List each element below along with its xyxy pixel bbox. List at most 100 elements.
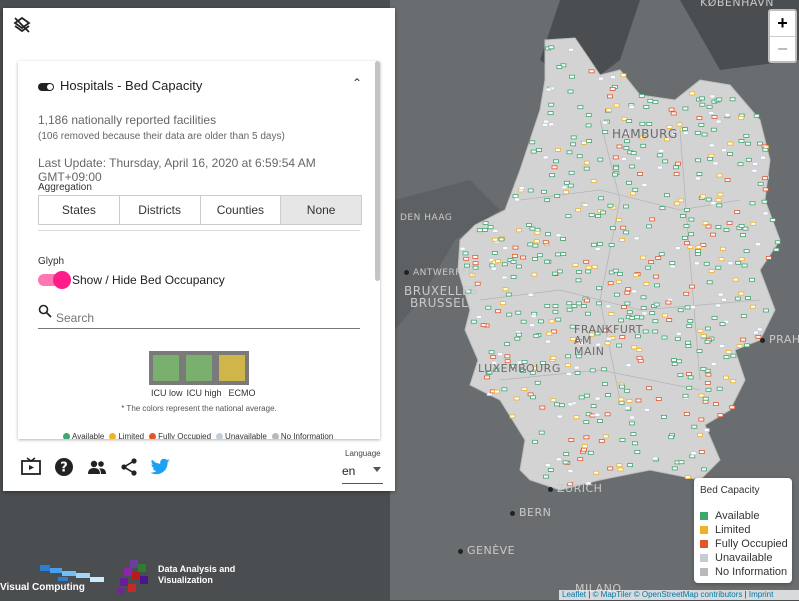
hospital-glyph[interactable] xyxy=(512,253,518,258)
hospital-glyph[interactable] xyxy=(545,339,552,344)
hospital-glyph[interactable] xyxy=(696,116,703,120)
hospital-glyph[interactable] xyxy=(613,166,619,171)
hospital-glyph[interactable] xyxy=(624,290,631,295)
hospital-glyph[interactable] xyxy=(555,252,561,257)
hospital-glyph[interactable] xyxy=(538,319,544,324)
hospital-glyph[interactable] xyxy=(653,274,659,279)
hospital-glyph[interactable] xyxy=(583,166,590,171)
hospital-glyph[interactable] xyxy=(633,236,640,241)
hospital-glyph[interactable] xyxy=(489,263,496,268)
hospital-glyph[interactable] xyxy=(738,139,745,144)
hospital-glyph[interactable] xyxy=(530,314,537,319)
hospital-glyph[interactable] xyxy=(502,246,509,251)
hospital-glyph[interactable] xyxy=(734,296,741,301)
hospital-glyph[interactable] xyxy=(583,435,590,440)
hospital-glyph[interactable] xyxy=(689,284,695,289)
twitter-icon[interactable] xyxy=(149,457,171,477)
hospital-glyph[interactable] xyxy=(582,203,589,207)
hospital-glyph[interactable] xyxy=(555,317,562,322)
hospital-glyph[interactable] xyxy=(548,122,555,127)
hospital-glyph[interactable] xyxy=(581,304,587,309)
hospital-glyph[interactable] xyxy=(695,249,701,253)
hospital-glyph[interactable] xyxy=(769,218,776,222)
hospital-glyph[interactable] xyxy=(705,224,712,229)
hospital-glyph[interactable] xyxy=(662,159,669,164)
dav-logo[interactable]: Data Analysis and Visualization xyxy=(116,556,256,596)
hospital-glyph[interactable] xyxy=(691,424,698,429)
hospital-glyph[interactable] xyxy=(570,142,576,147)
hospital-glyph[interactable] xyxy=(480,323,487,328)
hospital-glyph[interactable] xyxy=(683,411,690,416)
hospital-glyph[interactable] xyxy=(530,149,537,154)
hospital-glyph[interactable] xyxy=(530,395,536,400)
hospital-glyph[interactable] xyxy=(510,275,517,280)
hospital-glyph[interactable] xyxy=(556,269,563,274)
hospital-glyph[interactable] xyxy=(630,432,637,437)
hospital-glyph[interactable] xyxy=(696,172,703,176)
hospital-glyph[interactable] xyxy=(567,402,574,407)
hospital-glyph[interactable] xyxy=(553,159,559,164)
hospital-glyph[interactable] xyxy=(701,467,707,472)
hospital-glyph[interactable] xyxy=(740,314,747,318)
hospital-glyph[interactable] xyxy=(598,439,605,443)
hospital-glyph[interactable] xyxy=(484,375,491,380)
hospital-glyph[interactable] xyxy=(624,388,630,393)
hospital-glyph[interactable] xyxy=(743,133,750,138)
hospital-glyph[interactable] xyxy=(717,192,724,197)
search-input[interactable] xyxy=(54,309,358,327)
hospital-glyph[interactable] xyxy=(682,127,688,131)
hospital-glyph[interactable] xyxy=(578,395,585,400)
hospital-glyph[interactable] xyxy=(552,271,558,276)
hospital-glyph[interactable] xyxy=(711,115,718,119)
hospital-glyph[interactable] xyxy=(607,466,614,471)
hospital-glyph[interactable] xyxy=(596,286,602,291)
hospital-glyph[interactable] xyxy=(527,188,534,193)
hospital-glyph[interactable] xyxy=(516,332,522,337)
hospital-glyph[interactable] xyxy=(568,438,575,442)
hospital-glyph[interactable] xyxy=(601,367,607,372)
hospital-glyph[interactable] xyxy=(626,180,632,185)
hospital-glyph[interactable] xyxy=(568,170,575,175)
hospital-glyph[interactable] xyxy=(586,139,592,144)
hospital-glyph[interactable] xyxy=(710,127,717,132)
hospital-glyph[interactable] xyxy=(628,105,635,109)
hospital-glyph[interactable] xyxy=(645,265,651,270)
hospital-glyph[interactable] xyxy=(552,309,559,314)
hospital-glyph[interactable] xyxy=(757,141,763,146)
hospital-glyph[interactable] xyxy=(561,185,568,190)
hospital-glyph[interactable] xyxy=(658,148,665,153)
hospital-glyph[interactable] xyxy=(598,196,604,201)
hospital-glyph[interactable] xyxy=(700,366,707,371)
hospital-glyph[interactable] xyxy=(678,198,684,203)
hospital-glyph[interactable] xyxy=(482,227,488,232)
hospital-glyph[interactable] xyxy=(612,155,619,160)
hospital-glyph[interactable] xyxy=(677,372,684,377)
hospital-glyph[interactable] xyxy=(734,209,741,214)
hospital-glyph[interactable] xyxy=(545,232,551,237)
hospital-glyph[interactable] xyxy=(565,214,572,219)
hospital-glyph[interactable] xyxy=(618,318,624,323)
hospital-glyph[interactable] xyxy=(609,87,616,91)
hospital-glyph[interactable] xyxy=(555,147,561,152)
hospital-glyph[interactable] xyxy=(662,313,668,318)
hospital-glyph[interactable] xyxy=(635,398,642,403)
hospital-glyph[interactable] xyxy=(751,168,758,173)
hospital-glyph[interactable] xyxy=(629,315,636,320)
hospital-glyph[interactable] xyxy=(683,224,690,229)
hospital-glyph[interactable] xyxy=(498,237,505,242)
hospital-glyph[interactable] xyxy=(492,237,499,242)
hospital-glyph[interactable] xyxy=(715,265,722,270)
hospital-glyph[interactable] xyxy=(675,161,681,166)
hospital-glyph[interactable] xyxy=(707,156,713,161)
tv-play-icon[interactable] xyxy=(21,457,41,477)
hospital-glyph[interactable] xyxy=(640,295,647,300)
hospital-glyph[interactable] xyxy=(476,315,482,319)
hospital-glyph[interactable] xyxy=(647,98,654,103)
hospital-glyph[interactable] xyxy=(761,199,768,204)
hospital-glyph[interactable] xyxy=(589,413,596,418)
hospital-glyph[interactable] xyxy=(558,403,565,408)
hospital-glyph[interactable] xyxy=(674,336,681,341)
hospital-glyph[interactable] xyxy=(716,173,723,178)
hospital-glyph[interactable] xyxy=(620,225,627,230)
hospital-glyph[interactable] xyxy=(690,451,697,456)
